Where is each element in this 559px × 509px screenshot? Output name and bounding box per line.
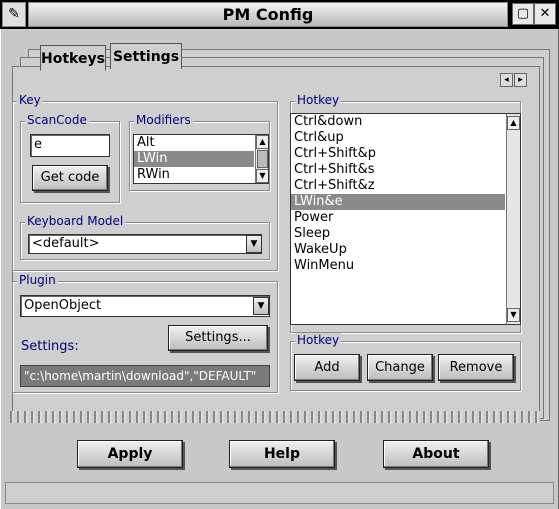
page-prev-button[interactable]: ◂ xyxy=(500,73,513,87)
hotkey-item[interactable]: Power xyxy=(291,210,505,226)
plugin-select[interactable]: OpenObject xyxy=(20,295,270,317)
hotkey-item[interactable]: Ctrl+Shift&p xyxy=(291,146,505,162)
status-bar xyxy=(5,482,554,504)
chevron-down-icon[interactable]: ▼ xyxy=(246,235,262,253)
apply-label: Apply xyxy=(107,446,153,462)
hotkey-item[interactable]: Ctrl&down xyxy=(291,114,505,130)
page-prev-icon: ◂ xyxy=(504,75,509,85)
hotkey-list[interactable]: Ctrl&down Ctrl&up Ctrl+Shift&p Ctrl+Shif… xyxy=(290,113,521,325)
remove-label: Remove xyxy=(449,360,503,375)
scroll-up-icon[interactable]: ▲ xyxy=(256,135,268,149)
hotkey-item[interactable]: WinMenu xyxy=(291,258,505,274)
hotkey-item[interactable]: Ctrl+Shift&s xyxy=(291,162,505,178)
tab-settings[interactable]: Settings xyxy=(110,43,182,69)
scroll-up-icon[interactable]: ▲ xyxy=(507,116,520,130)
plugin-settings-label: Settings... xyxy=(185,330,251,345)
scancode-input[interactable]: e xyxy=(30,134,110,157)
keyboard-model-select[interactable]: <default> xyxy=(28,234,262,254)
change-button[interactable]: Change xyxy=(367,354,433,381)
window-title: PM Config xyxy=(28,2,508,27)
window-title-text: PM Config xyxy=(222,5,314,24)
restore-icon: ▢ xyxy=(516,6,530,21)
modifier-item[interactable]: LWin xyxy=(134,151,254,167)
change-label: Change xyxy=(375,360,425,375)
hotkey-scrollbar[interactable]: ▲ ▼ xyxy=(506,114,520,324)
settings-value: "c:\home\martin\download","DEFAULT" xyxy=(24,369,257,383)
settings-label: Settings: xyxy=(21,339,79,354)
scroll-thumb[interactable] xyxy=(257,150,268,168)
remove-button[interactable]: Remove xyxy=(438,354,514,381)
hotkey-item[interactable]: Sleep xyxy=(291,226,505,242)
modifiers-label: Modifiers xyxy=(134,113,193,127)
about-button[interactable]: About xyxy=(383,440,489,468)
add-label: Add xyxy=(314,360,340,375)
restore-button[interactable]: ▢ xyxy=(512,3,534,25)
settings-value-field: "c:\home\martin\download","DEFAULT" xyxy=(20,365,270,387)
key-group-label: Key xyxy=(17,93,43,107)
modifier-item[interactable]: Alt xyxy=(134,135,254,151)
add-button[interactable]: Add xyxy=(294,354,360,381)
close-icon: ✕ xyxy=(539,6,551,21)
modifier-item[interactable]: RWin xyxy=(134,167,254,183)
tab-hotkeys-label: Hotkeys xyxy=(41,51,105,67)
modifiers-scrollbar[interactable]: ▲ ▼ xyxy=(255,135,268,183)
keyboard-model-value: <default> xyxy=(32,236,100,251)
title-bar[interactable]: ✎ PM Config ▢ ✕ xyxy=(0,0,559,29)
help-label: Help xyxy=(263,446,301,462)
scroll-down-icon[interactable]: ▼ xyxy=(507,308,520,322)
hotkey-item[interactable]: Ctrl&up xyxy=(291,130,505,146)
tab-settings-label: Settings xyxy=(112,49,180,65)
tab-hotkeys[interactable]: Hotkeys xyxy=(40,45,106,71)
notebook-binding xyxy=(10,411,540,423)
plugin-group-label: Plugin xyxy=(17,273,58,287)
scancode-label: ScanCode xyxy=(25,113,89,127)
plugin-settings-button[interactable]: Settings... xyxy=(168,325,268,351)
page-next-button[interactable]: ▸ xyxy=(514,73,527,87)
hotkey-list-label: Hotkey xyxy=(295,93,342,107)
get-code-button[interactable]: Get code xyxy=(32,165,108,191)
hotkey-item[interactable]: LWin&e xyxy=(291,194,505,210)
page-next-icon: ▸ xyxy=(518,75,523,85)
chevron-down-icon[interactable]: ▼ xyxy=(253,297,269,315)
help-button[interactable]: Help xyxy=(229,440,335,468)
pencil-icon[interactable]: ✎ xyxy=(2,2,26,27)
hotkey-item[interactable]: Ctrl+Shift&z xyxy=(291,178,505,194)
close-button[interactable]: ✕ xyxy=(534,3,556,25)
plugin-value: OpenObject xyxy=(24,298,102,313)
get-code-label: Get code xyxy=(40,170,100,185)
hotkey-item[interactable]: WakeUp xyxy=(291,242,505,258)
about-label: About xyxy=(412,446,460,462)
apply-button[interactable]: Apply xyxy=(77,440,183,468)
keyboard-model-label: Keyboard Model xyxy=(25,214,126,228)
scroll-down-icon[interactable]: ▼ xyxy=(256,169,268,183)
modifiers-list[interactable]: Alt LWin RWin ▲ ▼ xyxy=(133,134,269,184)
hotkey-actions-label: Hotkey xyxy=(295,333,342,347)
scancode-value: e xyxy=(34,137,42,152)
